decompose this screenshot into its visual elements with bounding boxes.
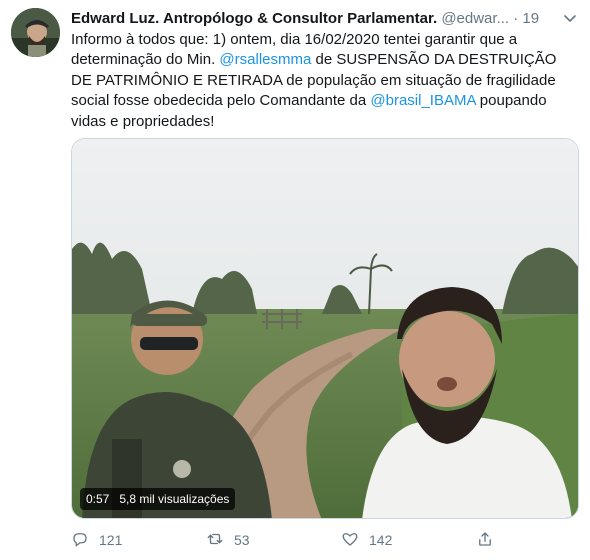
retweet-button[interactable]: 53 <box>206 530 341 551</box>
tweet-text: Informo à todos que: 1) ontem, dia 16/02… <box>71 30 571 132</box>
share-icon <box>476 530 494 551</box>
reply-icon <box>71 530 89 551</box>
reply-count: 121 <box>99 532 123 548</box>
tweet-actions: 121 53 142 <box>71 528 551 552</box>
like-button[interactable]: 142 <box>341 530 476 551</box>
video-duration: 0:57 <box>86 492 110 506</box>
avatar[interactable] <box>11 8 60 57</box>
reply-button[interactable]: 121 <box>71 530 206 551</box>
video-views: 5,8 mil visualizações <box>119 492 230 506</box>
retweet-icon <box>206 530 224 551</box>
author-name[interactable]: Edward Luz. Antropólogo & Consultor Parl… <box>71 10 437 27</box>
retweet-count: 53 <box>234 532 250 548</box>
author-handle[interactable]: @edwar... <box>441 10 509 27</box>
mention-link[interactable]: @rsallesmma <box>219 51 311 68</box>
chevron-down-icon[interactable] <box>562 10 578 26</box>
share-button[interactable] <box>476 530 516 551</box>
timestamp[interactable]: 19 h <box>522 10 541 27</box>
video-info-overlay: 0:57 5,8 mil visualizações <box>80 488 236 510</box>
video-frame <box>72 139 578 518</box>
like-count: 142 <box>369 532 393 548</box>
like-icon <box>341 530 359 551</box>
video-player[interactable]: 0:57 5,8 mil visualizações <box>71 138 579 519</box>
tweet-header: Edward Luz. Antropólogo & Consultor Parl… <box>71 9 541 29</box>
separator: · <box>513 10 519 27</box>
tweet[interactable]: Edward Luz. Antropólogo & Consultor Parl… <box>0 0 590 560</box>
mention-link[interactable]: @brasil_IBAMA <box>370 92 475 109</box>
